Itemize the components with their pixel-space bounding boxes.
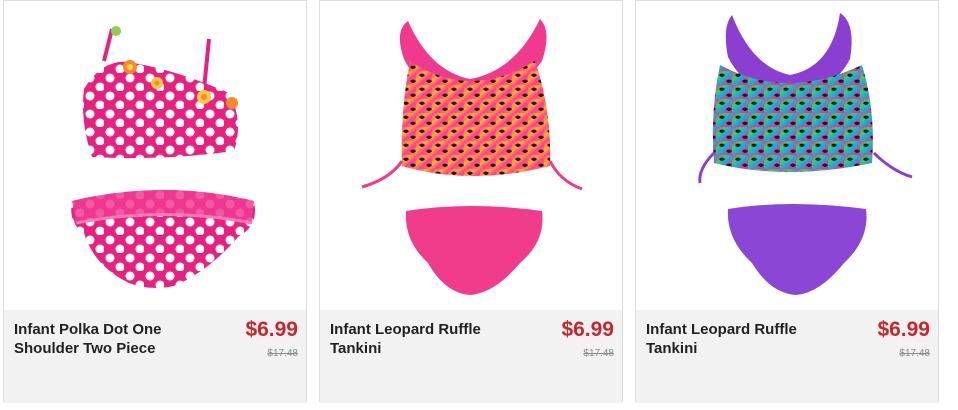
pink-leopard-tankini-image bbox=[361, 19, 583, 295]
product-image[interactable] bbox=[4, 1, 306, 310]
original-price: $17.48 bbox=[267, 348, 298, 359]
original-price: $17.48 bbox=[583, 348, 614, 359]
product-title[interactable]: Infant Polka Dot One Shoulder Two Piece bbox=[14, 320, 214, 358]
product-info: Infant Leopard Ruffle Tankini $6.99 $17.… bbox=[320, 310, 622, 403]
product-card[interactable]: Infant Polka Dot One Shoulder Two Piece … bbox=[3, 0, 307, 403]
product-image[interactable] bbox=[636, 1, 938, 310]
product-info: Infant Polka Dot One Shoulder Two Piece … bbox=[4, 310, 306, 403]
original-price: $17.48 bbox=[899, 348, 930, 359]
sale-price: $6.99 bbox=[561, 318, 614, 341]
product-title[interactable]: Infant Leopard Ruffle Tankini bbox=[330, 320, 530, 358]
product-card[interactable]: Infant Leopard Ruffle Tankini $6.99 $17.… bbox=[319, 0, 623, 403]
product-title[interactable]: Infant Leopard Ruffle Tankini bbox=[646, 320, 846, 358]
sale-price: $6.99 bbox=[877, 318, 930, 341]
sale-price: $6.99 bbox=[245, 318, 298, 341]
purple-leopard-tankini-image bbox=[698, 13, 913, 295]
product-card[interactable]: Infant Leopard Ruffle Tankini $6.99 $17.… bbox=[635, 0, 939, 403]
product-info: Infant Leopard Ruffle Tankini $6.99 $17.… bbox=[636, 310, 938, 403]
pink-polka-dot-bikini-image bbox=[71, 26, 255, 288]
product-image[interactable] bbox=[320, 1, 622, 310]
